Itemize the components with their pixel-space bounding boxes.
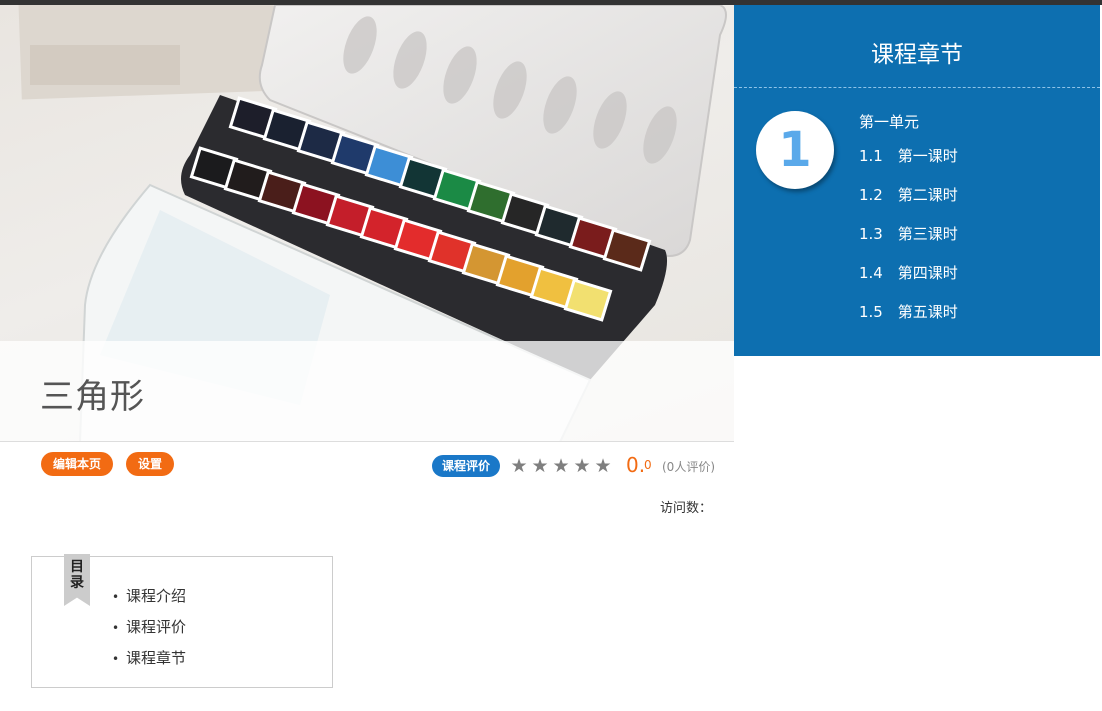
- toc-item-intro[interactable]: 课程介绍: [112, 581, 186, 612]
- star-icon[interactable]: ★: [593, 455, 614, 477]
- star-icon[interactable]: ★: [551, 455, 572, 477]
- toc-item-rating[interactable]: 课程评价: [112, 612, 186, 643]
- lesson-label: 第二课时: [897, 186, 958, 204]
- toc-ribbon-text: 目录: [70, 559, 84, 591]
- lesson-number: 1.1: [859, 147, 883, 165]
- unit-number-badge: 1: [756, 111, 834, 189]
- settings-button[interactable]: 设置: [126, 452, 175, 476]
- rating-score-integer: 0.: [626, 453, 646, 477]
- lesson-link-4[interactable]: 1.4 第四课时: [859, 262, 958, 283]
- lesson-number: 1.2: [859, 186, 883, 204]
- toc-item-chapters[interactable]: 课程章节: [112, 643, 186, 674]
- table-of-contents: 目录 课程介绍 课程评价 课程章节: [31, 554, 333, 688]
- lesson-number: 1.3: [859, 225, 883, 243]
- lesson-label: 第三课时: [897, 225, 958, 243]
- chapters-divider: [734, 87, 1100, 88]
- cover-title-band: 三角形: [0, 341, 734, 441]
- unit-number: 1: [778, 122, 812, 178]
- unit-title[interactable]: 第一单元: [859, 111, 919, 132]
- rating-stars[interactable]: ★ ★ ★ ★ ★: [509, 455, 614, 477]
- edit-page-button[interactable]: 编辑本页: [41, 452, 114, 476]
- lesson-label: 第五课时: [897, 303, 958, 321]
- chapters-panel: 课程章节 1 第一单元 1.1 第一课时 1.2 第二课时 1.3 第三课时 1…: [734, 5, 1100, 356]
- visit-count-label: 访问数：: [659, 501, 712, 516]
- chapters-heading: 课程章节: [871, 42, 963, 68]
- star-icon[interactable]: ★: [530, 455, 551, 477]
- toc-list: 课程介绍 课程评价 课程章节: [112, 581, 186, 674]
- toc-ribbon-label: 目录: [64, 559, 90, 591]
- lesson-label: 第四课时: [897, 264, 958, 282]
- star-icon[interactable]: ★: [572, 455, 593, 477]
- course-rating-badge[interactable]: 课程评价: [432, 455, 501, 477]
- course-title: 三角形: [40, 377, 145, 417]
- lesson-link-2[interactable]: 1.2 第二课时: [859, 184, 958, 205]
- lesson-link-1[interactable]: 1.1 第一课时: [859, 145, 958, 166]
- rating-score-decimal: 0: [644, 458, 652, 472]
- course-cover-image: 三角形: [0, 5, 734, 442]
- lesson-link-3[interactable]: 1.3 第三课时: [859, 223, 958, 244]
- lesson-link-5[interactable]: 1.5 第五课时: [859, 301, 958, 322]
- lesson-number: 1.5: [859, 303, 883, 321]
- lesson-label: 第一课时: [897, 147, 958, 165]
- rating-count: (0人评价): [662, 460, 715, 474]
- lesson-number: 1.4: [859, 264, 883, 282]
- star-icon[interactable]: ★: [509, 455, 530, 477]
- toc-bookmark-ribbon: 目录: [64, 554, 90, 606]
